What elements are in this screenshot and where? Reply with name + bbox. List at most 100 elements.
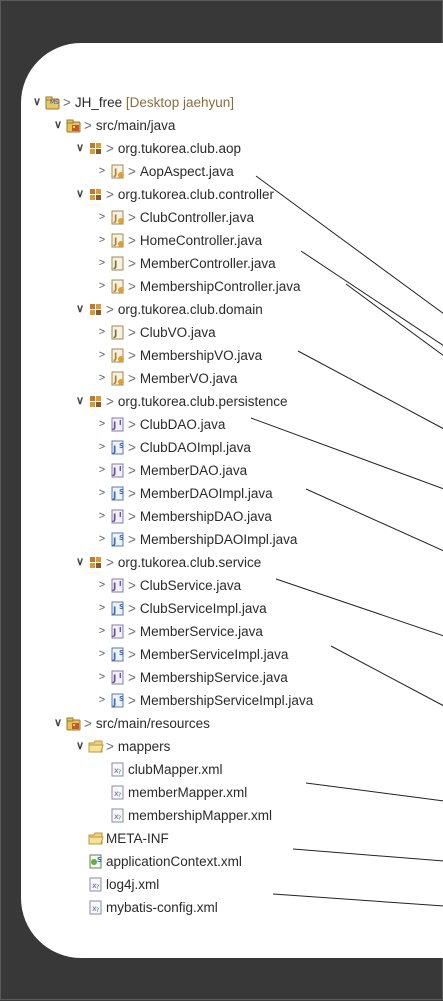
java-class-icon: J (110, 164, 126, 179)
tree-item-aopaspect-java[interactable]: > J > AopAspect.java (21, 161, 443, 182)
collapse-toggle-icon[interactable]: > (96, 598, 108, 619)
tree-item-membershipvo-java[interactable]: > J > MembershipVO.java (21, 345, 443, 366)
tree-item-org-tukorea-club-controller[interactable]: ∨ > org.tukorea.club.controller (21, 184, 443, 205)
tree-item-src-main-resources[interactable]: ∨ > src/main/resources (21, 713, 443, 734)
tree-item-label: > ClubController.java (128, 207, 254, 228)
java-interface-icon: JI (110, 578, 126, 593)
tree-item-text: org.tukorea.club.service (117, 555, 262, 570)
tree-item-applicationcontext-xml[interactable]: SapplicationContext.xml (21, 851, 443, 872)
expand-toggle-icon[interactable]: ∨ (52, 115, 64, 136)
tree-item-membershipdao-java[interactable]: > J I > MembershipDAO.java (21, 506, 443, 527)
collapse-toggle-icon[interactable]: > (96, 161, 108, 182)
expand-toggle-icon[interactable]: ∨ (74, 138, 86, 159)
collapse-toggle-icon[interactable]: > (96, 483, 108, 504)
tree-item-org-tukorea-club-service[interactable]: ∨ > org.tukorea.club.service (21, 552, 443, 573)
tree-item-homecontroller-java[interactable]: > J > HomeController.java (21, 230, 443, 251)
tree-item-clubdao-java[interactable]: > J I > ClubDAO.java (21, 414, 443, 435)
expand-toggle-icon[interactable]: ∨ (74, 184, 86, 205)
tree-item-membercontroller-java[interactable]: > J > MemberController.java (21, 253, 443, 274)
tree-item-org-tukorea-club-persistence[interactable]: ∨ > org.tukorea.club.persistence (21, 391, 443, 412)
path-separator: > (128, 279, 136, 294)
tree-item-label: > MembershipService.java (128, 667, 288, 688)
tree-item-memberdao-java[interactable]: > J I > MemberDAO.java (21, 460, 443, 481)
collapse-toggle-icon[interactable]: > (96, 437, 108, 458)
tree-item-text: mybatis-config.xml (106, 900, 218, 915)
tree-item-text: clubMapper.xml (128, 762, 223, 777)
collapse-toggle-icon[interactable]: > (96, 207, 108, 228)
collapse-toggle-icon[interactable]: > (96, 414, 108, 435)
tree-item-label: membershipMapper.xml (128, 805, 272, 826)
tree-item-src-main-java[interactable]: ∨ > src/main/java (21, 115, 443, 136)
tree-item-text: MemberServiceImpl.java (139, 647, 289, 662)
svg-text:?: ? (96, 907, 99, 914)
java-class-icon: J (110, 279, 126, 294)
path-separator: > (128, 417, 136, 432)
tree-item-text: MembershipController.java (139, 279, 301, 294)
spring-bean-icon: JS (110, 647, 126, 662)
collapse-toggle-icon[interactable]: > (96, 667, 108, 688)
expand-toggle-icon[interactable]: ∨ (52, 713, 64, 734)
expand-toggle-icon[interactable]: ∨ (74, 299, 86, 320)
tree-item-membershipdaoimpl-java[interactable]: > J S > MembershipDAOImpl.java (21, 529, 443, 550)
tree-item-text: ClubController.java (139, 210, 254, 225)
tree-item-clubvo-java[interactable]: > J > ClubVO.java (21, 322, 443, 343)
tree-item-text: ClubDAO.java (139, 417, 226, 432)
tree-item-membershipservice-java[interactable]: > J I > MembershipService.java (21, 667, 443, 688)
tree-item-memberdaoimpl-java[interactable]: > J S > MemberDAOImpl.java (21, 483, 443, 504)
tree-item-org-tukorea-club-domain[interactable]: ∨ > org.tukorea.club.domain (21, 299, 443, 320)
tree-item-label: > MemberService.java (128, 621, 263, 642)
tree-item-clubmapper-xml[interactable]: x? clubMapper.xml (21, 759, 443, 780)
tree-item-jh-free[interactable]: ∨ M S > JH_free [Desktop jaehyun] (21, 92, 443, 113)
tree-item-text: log4j.xml (106, 877, 160, 892)
tree-item-label: log4j.xml (106, 874, 159, 895)
collapse-toggle-icon[interactable]: > (96, 621, 108, 642)
tree-item-mappers[interactable]: ∨ > mappers (21, 736, 443, 757)
tree-item-membershipmapper-xml[interactable]: x? membershipMapper.xml (21, 805, 443, 826)
tree-item-meta-inf[interactable]: META-INF (21, 828, 443, 849)
svg-text:J: J (112, 674, 116, 684)
collapse-toggle-icon[interactable]: > (96, 345, 108, 366)
tree-item-memberservice-java[interactable]: > J I > MemberService.java (21, 621, 443, 642)
svg-text:J: J (112, 491, 116, 501)
collapse-toggle-icon[interactable]: > (96, 529, 108, 550)
project-icon: MS (45, 95, 61, 110)
tree-item-mybatis-config-xml[interactable]: x? mybatis-config.xml (21, 897, 443, 918)
tree-item-membershipcontroller-java[interactable]: > J > MembershipController.java (21, 276, 443, 297)
tree-item-clubserviceimpl-java[interactable]: > J S > ClubServiceImpl.java (21, 598, 443, 619)
java-class-icon: J (110, 233, 126, 248)
tree-item-text: src/main/resources (95, 716, 210, 731)
tree-item-log4j-xml[interactable]: x? log4j.xml (21, 874, 443, 895)
tree-item-membervo-java[interactable]: > J > MemberVO.java (21, 368, 443, 389)
path-separator: > (106, 739, 114, 754)
collapse-toggle-icon[interactable]: > (96, 230, 108, 251)
java-file-icon: J (110, 325, 126, 340)
collapse-toggle-icon[interactable]: > (96, 690, 108, 711)
tree-item-clubdaoimpl-java[interactable]: > J S > ClubDAOImpl.java (21, 437, 443, 458)
tree-item-memberserviceimpl-java[interactable]: > J S > MemberServiceImpl.java (21, 644, 443, 665)
tree-item-clubcontroller-java[interactable]: > J > ClubController.java (21, 207, 443, 228)
collapse-toggle-icon[interactable]: > (96, 322, 108, 343)
expand-toggle-icon[interactable]: ∨ (74, 391, 86, 412)
tree-item-text: org.tukorea.club.persistence (117, 394, 288, 409)
java-interface-icon: JI (110, 509, 126, 524)
expand-toggle-icon[interactable]: ∨ (31, 92, 43, 113)
tree-item-membermapper-xml[interactable]: x? memberMapper.xml (21, 782, 443, 803)
path-separator: > (128, 647, 136, 662)
svg-text:J: J (113, 260, 117, 270)
expand-toggle-icon[interactable]: ∨ (74, 552, 86, 573)
tree-item-org-tukorea-club-aop[interactable]: ∨ > org.tukorea.club.aop (21, 138, 443, 159)
tree-item-clubservice-java[interactable]: > J I > ClubService.java (21, 575, 443, 596)
tree-item-text: org.tukorea.club.aop (117, 141, 241, 156)
tree-item-label: > MemberDAO.java (128, 460, 247, 481)
collapse-toggle-icon[interactable]: > (96, 276, 108, 297)
package-icon (88, 394, 104, 409)
collapse-toggle-icon[interactable]: > (96, 644, 108, 665)
collapse-toggle-icon[interactable]: > (96, 368, 108, 389)
expand-toggle-icon[interactable]: ∨ (74, 736, 86, 757)
collapse-toggle-icon[interactable]: > (96, 253, 108, 274)
collapse-toggle-icon[interactable]: > (96, 575, 108, 596)
collapse-toggle-icon[interactable]: > (96, 506, 108, 527)
tree-item-membershipserviceimpl-java[interactable]: > J S > MembershipServiceImpl.java (21, 690, 443, 711)
collapse-toggle-icon[interactable]: > (96, 460, 108, 481)
tree-item-label: > MembershipController.java (128, 276, 300, 297)
